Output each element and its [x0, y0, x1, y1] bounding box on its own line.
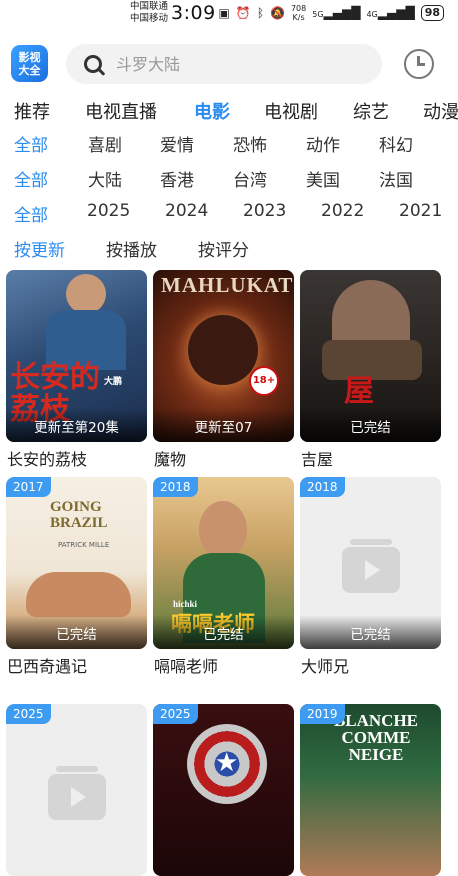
movie-poster-placeholder[interactable]: 2018 已完结 [300, 477, 441, 649]
year-badge: 2018 [153, 477, 198, 497]
movie-poster[interactable]: 长安的荔枝 大鹏 更新至第20集 [6, 270, 147, 442]
poster-title-text: 屋 [344, 375, 374, 408]
tab-variety[interactable]: 综艺 [353, 98, 389, 124]
movie-title[interactable]: 巴西奇遇记 [7, 653, 87, 677]
update-status: 更新至第20集 [34, 420, 119, 436]
movie-title[interactable]: 魔物 [154, 446, 186, 470]
year-filter-2024[interactable]: 2024 [165, 201, 208, 221]
movie-title[interactable]: 嗝嗝老师 [154, 653, 218, 677]
poster-small-text: 大鹏 [104, 376, 123, 386]
sort-by-update[interactable]: 按更新 [14, 236, 65, 260]
signal-5g-icon: 5G▂▄▆█ [312, 6, 361, 20]
update-status: 更新至07 [194, 420, 253, 436]
tab-movies[interactable]: 电影 [194, 98, 230, 124]
poster-title-text: GOING BRAZIL [50, 499, 108, 531]
year-badge: 2025 [153, 704, 198, 724]
video-placeholder-icon [342, 539, 400, 593]
movie-poster[interactable]: MAHLUKAT 18+ 更新至07 [153, 270, 294, 442]
nfc-icon: ▣ [218, 6, 230, 20]
region-filter-france[interactable]: 法国 [379, 166, 413, 190]
battery-indicator: 98 [420, 5, 444, 21]
tab-tv-live[interactable]: 电视直播 [85, 98, 157, 124]
update-status: 已完结 [203, 627, 244, 643]
sort-by-plays[interactable]: 按播放 [106, 236, 157, 260]
year-filter-all[interactable]: 全部 [14, 201, 48, 225]
region-filter-usa[interactable]: 美国 [306, 166, 340, 190]
year-badge: 2019 [300, 704, 345, 724]
poster-figures [26, 572, 131, 617]
genre-filter-all[interactable]: 全部 [14, 131, 48, 155]
update-status: 已完结 [350, 420, 391, 436]
genre-filter-romance[interactable]: 爱情 [160, 131, 194, 155]
movie-title[interactable]: 吉屋 [301, 446, 333, 470]
carrier-names: 中国联通 中国移动 [130, 1, 168, 25]
tab-recommend[interactable]: 推荐 [14, 98, 50, 124]
status-time: 3:09 [171, 2, 216, 24]
star-icon: ★ [215, 748, 239, 778]
poster-creature-face [188, 315, 258, 385]
status-icons: ▣ ⏰ ᛒ 🔕 708 K/s 5G▂▄▆█ 4G▂▄▆█ 98 [219, 4, 444, 22]
movie-poster[interactable]: 屋 已完结 [300, 270, 441, 442]
search-icon [84, 55, 102, 73]
poster-figure [66, 274, 106, 314]
network-speed: 708 K/s [290, 4, 307, 22]
alarm-icon: ⏰ [235, 6, 251, 20]
genre-filter-horror[interactable]: 恐怖 [233, 131, 267, 155]
year-filter-2025[interactable]: 2025 [87, 201, 130, 221]
region-filter-all[interactable]: 全部 [14, 166, 48, 190]
poster-face [199, 501, 247, 559]
year-badge: 2017 [6, 477, 51, 497]
update-status: 已完结 [56, 627, 97, 643]
search-bar[interactable] [66, 44, 382, 84]
age-rating-badge: 18+ [249, 366, 279, 396]
status-bar: 中国联通 中国移动 3:09 ▣ ⏰ ᛒ 🔕 708 K/s 5G▂▄▆█ 4G… [0, 0, 458, 30]
mute-icon: 🔕 [270, 6, 285, 20]
tab-anime[interactable]: 动漫 [423, 98, 458, 124]
year-badge: 2018 [300, 477, 345, 497]
search-input[interactable] [114, 53, 358, 75]
tab-tv-series[interactable]: 电视剧 [264, 98, 318, 124]
carrier-1: 中国联通 [130, 1, 169, 12]
movie-poster[interactable]: GOING BRAZIL PATRICK MILLE 2017 已完结 [6, 477, 147, 649]
genre-filter-scifi[interactable]: 科幻 [379, 131, 413, 155]
movie-poster[interactable]: hichki 嗝嗝老师 2018 已完结 [153, 477, 294, 649]
year-badge: 2025 [6, 704, 51, 724]
genre-filter-row: 全部 喜剧 爱情 恐怖 动作 科幻 [0, 131, 458, 155]
region-filter-hongkong[interactable]: 香港 [160, 166, 194, 190]
movie-poster[interactable]: BLANCHE COMME NEIGE 2019 [300, 704, 441, 876]
year-filter-2022[interactable]: 2022 [321, 201, 364, 221]
app-logo[interactable]: 影视 大全 [11, 45, 48, 82]
sort-filter-row: 按更新 按播放 按评分 [0, 236, 458, 260]
update-status: 已完结 [350, 627, 391, 643]
genre-filter-action[interactable]: 动作 [306, 131, 340, 155]
movie-poster[interactable]: ★ 2025 [153, 704, 294, 876]
region-filter-taiwan[interactable]: 台湾 [233, 166, 267, 190]
region-filter-mainland[interactable]: 大陆 [88, 166, 122, 190]
sort-by-rating[interactable]: 按评分 [198, 236, 249, 260]
bluetooth-icon: ᛒ [256, 6, 265, 20]
poster-small-text: PATRICK MILLE [58, 541, 110, 549]
poster-title-text: MAHLUKAT [161, 273, 294, 297]
category-tabs: 推荐 电视直播 电影 电视剧 综艺 动漫 [0, 98, 458, 126]
movie-title[interactable]: 大师兄 [301, 653, 349, 677]
year-filter-2021[interactable]: 2021 [399, 201, 442, 221]
movie-poster-placeholder[interactable]: 2025 [6, 704, 147, 876]
year-filter-2023[interactable]: 2023 [243, 201, 286, 221]
year-filter-row: 全部 2025 2024 2023 2022 2021 [0, 201, 458, 225]
movie-title[interactable]: 长安的荔枝 [7, 446, 87, 470]
signal-4g-icon: 4G▂▄▆█ [366, 6, 415, 20]
region-filter-row: 全部 大陆 香港 台湾 美国 法国 [0, 166, 458, 190]
carrier-2: 中国移动 [130, 13, 169, 24]
genre-filter-comedy[interactable]: 喜剧 [88, 131, 122, 155]
history-clock-icon[interactable] [404, 49, 434, 79]
video-placeholder-icon [48, 766, 106, 820]
